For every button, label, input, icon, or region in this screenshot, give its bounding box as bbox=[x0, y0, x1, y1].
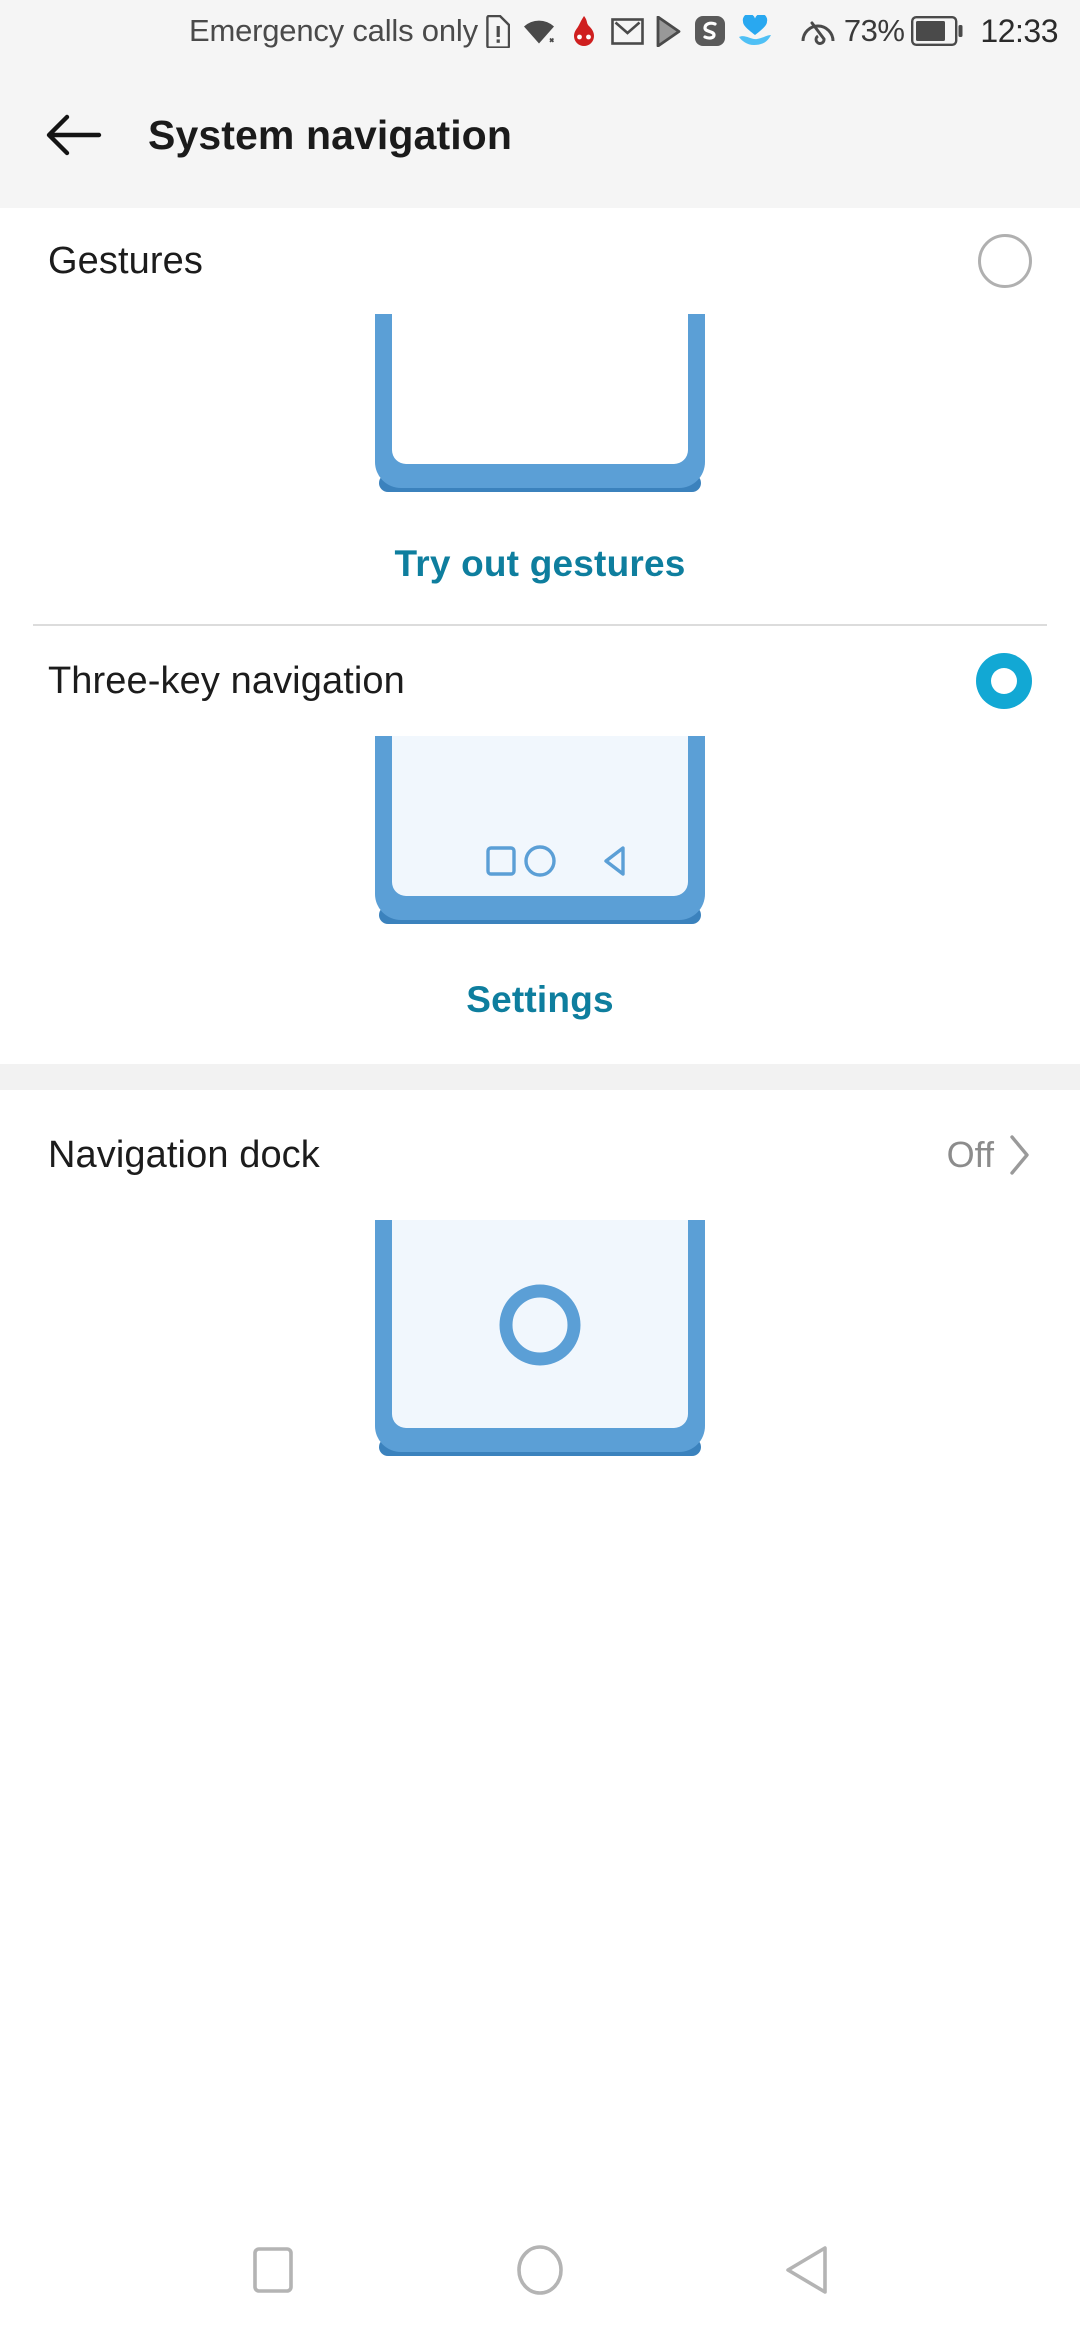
status-bar-icons bbox=[484, 14, 773, 48]
option-row-three-key[interactable]: Three-key navigation bbox=[0, 626, 1080, 736]
sim-card-alert-icon bbox=[486, 14, 510, 48]
phone-three-key-illustration bbox=[375, 736, 705, 924]
recents-square-icon bbox=[253, 2247, 294, 2293]
gestures-radio[interactable] bbox=[978, 234, 1032, 288]
status-bar-right: 73% 12:33 bbox=[799, 13, 1058, 50]
section-gap-band bbox=[0, 1064, 1080, 1090]
wifi-icon bbox=[523, 20, 554, 44]
battery-percent-label: 73% bbox=[843, 13, 905, 48]
clock-label: 12:33 bbox=[980, 12, 1058, 49]
speedometer-icon bbox=[801, 21, 835, 45]
three-key-label: Three-key navigation bbox=[48, 659, 405, 702]
try-out-gestures-link[interactable]: Try out gestures bbox=[394, 543, 685, 585]
system-navigation-screen: Emergency calls only 73% 12:33 System na… bbox=[0, 0, 1080, 2340]
three-key-settings-link-row[interactable]: Settings bbox=[0, 936, 1080, 1064]
arrow-left-icon bbox=[46, 114, 102, 156]
back-triangle-icon bbox=[785, 2246, 827, 2294]
status-bar: Emergency calls only 73% 12:33 bbox=[0, 0, 1080, 62]
three-key-illustration-wrap bbox=[0, 736, 1080, 936]
nav-dock-illustration-wrap bbox=[0, 1220, 1080, 1470]
app-bar: System navigation bbox=[0, 62, 1080, 208]
play-store-icon bbox=[656, 15, 681, 47]
three-key-radio[interactable] bbox=[976, 653, 1032, 709]
gmail-icon bbox=[611, 17, 644, 45]
system-navigation-bar bbox=[0, 2200, 1080, 2340]
recents-button[interactable] bbox=[213, 2210, 333, 2330]
back-button[interactable] bbox=[22, 83, 126, 187]
option-row-gestures[interactable]: Gestures bbox=[0, 208, 1080, 314]
three-key-settings-link[interactable]: Settings bbox=[466, 979, 614, 1021]
gestures-label: Gestures bbox=[48, 239, 203, 282]
antutu-app-icon bbox=[573, 15, 594, 46]
gestures-illustration-wrap bbox=[0, 314, 1080, 504]
home-button[interactable] bbox=[480, 2210, 600, 2330]
health-heart-icon bbox=[738, 15, 771, 45]
content-area: Gestures Try out gestures Three-key navi… bbox=[0, 208, 1080, 2340]
option-row-navigation-dock[interactable]: Navigation dock Off bbox=[0, 1090, 1080, 1220]
chevron-right-icon bbox=[1010, 1135, 1029, 1175]
navigation-dock-value-wrap: Off bbox=[947, 1134, 1032, 1176]
navigation-dock-label: Navigation dock bbox=[48, 1133, 320, 1176]
back-button[interactable] bbox=[747, 2210, 867, 2330]
navigation-dock-value: Off bbox=[946, 1134, 994, 1175]
scribd-app-icon bbox=[694, 16, 725, 46]
page-title: System navigation bbox=[148, 111, 512, 158]
phone-gestures-illustration bbox=[375, 314, 705, 492]
battery-icon bbox=[911, 16, 963, 46]
try-gestures-link-row[interactable]: Try out gestures bbox=[0, 504, 1080, 624]
carrier-label: Emergency calls only bbox=[188, 13, 478, 48]
home-circle-icon bbox=[517, 2245, 563, 2295]
phone-nav-dock-illustration bbox=[375, 1220, 705, 1456]
